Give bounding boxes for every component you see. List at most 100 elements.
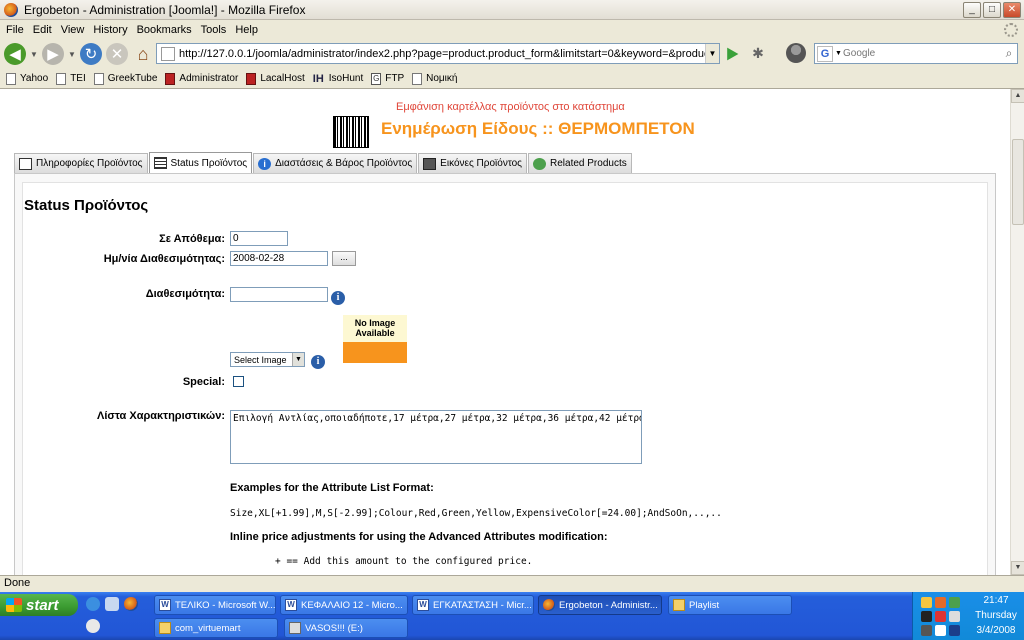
- select-image-dropdown[interactable]: Select Image ▼: [230, 352, 305, 367]
- stock-label: Σε Απόθεμα:: [159, 233, 225, 245]
- stop-icon[interactable]: ✕: [106, 43, 128, 65]
- taskbar-button-label: ΤΕΛΙΚΟ - Microsoft W...: [175, 599, 276, 611]
- volume-icon[interactable]: [949, 625, 960, 636]
- start-button[interactable]: start: [0, 594, 78, 616]
- special-checkbox[interactable]: [233, 376, 244, 387]
- tab-product-info[interactable]: Πληροφορίες Προϊόντος: [14, 153, 148, 173]
- date-picker-button[interactable]: ...: [332, 251, 356, 266]
- forward-history-dropdown[interactable]: ▼: [68, 50, 76, 59]
- chevron-down-icon[interactable]: ▼: [292, 353, 304, 366]
- tab-product-status[interactable]: Status Προϊόντος: [148, 152, 253, 173]
- url-bar[interactable]: http://127.0.0.1/joomla/administrator/in…: [156, 43, 720, 64]
- vertical-scrollbar[interactable]: ▲ ▼: [1010, 89, 1024, 575]
- section-title: Status Προϊόντος: [24, 197, 149, 214]
- taskbar-button-vasos-drive[interactable]: VASOS!!! (E:): [284, 618, 408, 638]
- menu-help[interactable]: Help: [233, 24, 265, 36]
- availability-date-input[interactable]: [230, 251, 328, 266]
- taskbar-button-label: Ergobeton - Administr...: [559, 599, 658, 611]
- clock-date: 3/4/2008: [976, 625, 1016, 636]
- taskbar-button-egkatastasi[interactable]: W ΕΓΚΑΤΑΣΤΑΣΗ - Micr...: [412, 595, 534, 615]
- tray-icon-8[interactable]: [935, 625, 946, 636]
- tray-icon-7[interactable]: [921, 625, 932, 636]
- scroll-down-icon[interactable]: ▼: [1011, 561, 1024, 575]
- back-history-dropdown[interactable]: ▼: [30, 50, 38, 59]
- profile-icon[interactable]: [786, 43, 806, 63]
- tray-icon-5[interactable]: [935, 611, 946, 622]
- stock-input[interactable]: [230, 231, 288, 246]
- bookmark-label: TEI: [70, 73, 86, 84]
- scroll-up-icon[interactable]: ▲: [1011, 89, 1024, 103]
- forward-icon[interactable]: ▶: [42, 43, 64, 65]
- tab-related-products[interactable]: Related Products: [528, 153, 632, 173]
- page-title: Ενημέρωση Είδους :: ΘΕΡΜΟΜΠΕΤΟΝ: [381, 119, 695, 138]
- menu-history[interactable]: History: [91, 24, 134, 36]
- home-icon[interactable]: ⌂: [132, 43, 154, 65]
- menu-tools[interactable]: Tools: [199, 24, 234, 36]
- tray-icon-4[interactable]: [921, 611, 932, 622]
- minimize-button[interactable]: _: [963, 1, 981, 18]
- back-icon[interactable]: ◀: [4, 43, 26, 65]
- tray-icon-3[interactable]: [949, 597, 960, 608]
- availability-label: Διαθεσιμότητα:: [145, 288, 225, 300]
- bookmark-label: IsoHunt: [328, 73, 364, 84]
- search-input[interactable]: [843, 48, 1001, 59]
- image-info-icon[interactable]: i: [311, 355, 325, 369]
- menu-file[interactable]: File: [4, 24, 31, 36]
- search-engine-dropdown-icon[interactable]: ▼: [835, 50, 843, 57]
- taskbar-button-com-virtuemart[interactable]: com_virtuemart: [154, 618, 278, 638]
- examples-code: Size,XL[+1.99],M,S[-2.99];Colour,Red,Gre…: [230, 508, 722, 519]
- taskbar: start W ΤΕΛΙΚΟ - Microsoft W... W ΚΕΦΑΛΑ…: [0, 592, 1024, 640]
- maximize-button[interactable]: □: [983, 1, 1001, 18]
- inline-price-heading: Inline price adjustments for using the A…: [230, 531, 608, 543]
- explorer-quicklaunch-icon[interactable]: [105, 597, 119, 611]
- menu-bookmarks[interactable]: Bookmarks: [135, 24, 199, 36]
- google-icon[interactable]: G: [817, 45, 833, 62]
- menu-view[interactable]: View: [59, 24, 92, 36]
- bookmark-lacalhost[interactable]: LacalHost: [246, 72, 305, 85]
- bookmark-greektube[interactable]: GreekTube: [93, 72, 157, 85]
- taskbar-button-kefalaio[interactable]: W ΚΕΦΑΛΑΙΟ 12 - Micro...: [280, 595, 408, 615]
- clock-day: Thursday: [975, 610, 1017, 621]
- firefox-quicklaunch-icon[interactable]: [124, 597, 138, 611]
- page-icon: [93, 72, 104, 85]
- bookmark-tei[interactable]: TEI: [56, 72, 86, 85]
- url-text[interactable]: http://127.0.0.1/joomla/administrator/in…: [179, 48, 705, 60]
- joomla-icon: [246, 72, 257, 85]
- url-dropdown-icon[interactable]: ▼: [705, 44, 719, 63]
- bookmark-yahoo[interactable]: Yahoo: [6, 72, 48, 85]
- menu-edit[interactable]: Edit: [31, 24, 59, 36]
- product-view-link[interactable]: Εμφάνιση καρτέλλας προϊόντος στο κατάστη…: [396, 101, 625, 113]
- scroll-thumb[interactable]: [1012, 139, 1024, 225]
- inline-price-code: + == Add this amount to the configured p…: [275, 556, 533, 567]
- throbber-icon: [1004, 22, 1018, 37]
- network-icon[interactable]: [949, 611, 960, 622]
- close-button[interactable]: ✕: [1003, 1, 1021, 18]
- clock-time[interactable]: 21:47: [969, 595, 1023, 606]
- media-quicklaunch-icon[interactable]: [86, 619, 100, 633]
- tab-dimensions-weight[interactable]: i Διαστάσεις & Βάρος Προϊόντος: [253, 153, 418, 173]
- paw-icon[interactable]: ✱: [750, 45, 766, 61]
- bookmark-ftp[interactable]: G FTP: [371, 72, 404, 85]
- tab-label: Διαστάσεις & Βάρος Προϊόντος: [275, 158, 413, 169]
- search-box[interactable]: G ▼ ⌕: [814, 43, 1018, 64]
- taskbar-button-label: VASOS!!! (E:): [305, 622, 363, 634]
- taskbar-button-teliko[interactable]: W ΤΕΛΙΚΟ - Microsoft W...: [154, 595, 276, 615]
- folder-icon: [673, 599, 685, 611]
- reload-icon[interactable]: ↻: [80, 43, 102, 65]
- attributes-textarea[interactable]: Επιλογή Αντλίας,οποιαδήποτε,17 μέτρα,27 …: [230, 410, 642, 464]
- joomla-icon: [165, 72, 176, 85]
- ie-quicklaunch-icon[interactable]: [86, 597, 100, 611]
- tray-icon-1[interactable]: [921, 597, 932, 608]
- tray-icon-2[interactable]: [935, 597, 946, 608]
- taskbar-button-playlist[interactable]: Playlist: [668, 595, 792, 615]
- bookmark-administrator[interactable]: Administrator: [165, 72, 238, 85]
- taskbar-button-firefox[interactable]: Ergobeton - Administr...: [538, 595, 662, 615]
- bookmark-isohunt[interactable]: IH IsoHunt: [313, 73, 363, 85]
- search-icon[interactable]: ⌕: [1001, 46, 1017, 62]
- taskbar-button-label: Playlist: [689, 599, 720, 611]
- go-icon[interactable]: [727, 47, 739, 61]
- availability-info-icon[interactable]: i: [331, 291, 345, 305]
- tab-product-images[interactable]: Εικόνες Προϊόντος: [418, 153, 528, 173]
- bookmark-nomiki[interactable]: Νομική: [412, 72, 457, 85]
- availability-input[interactable]: [230, 287, 328, 302]
